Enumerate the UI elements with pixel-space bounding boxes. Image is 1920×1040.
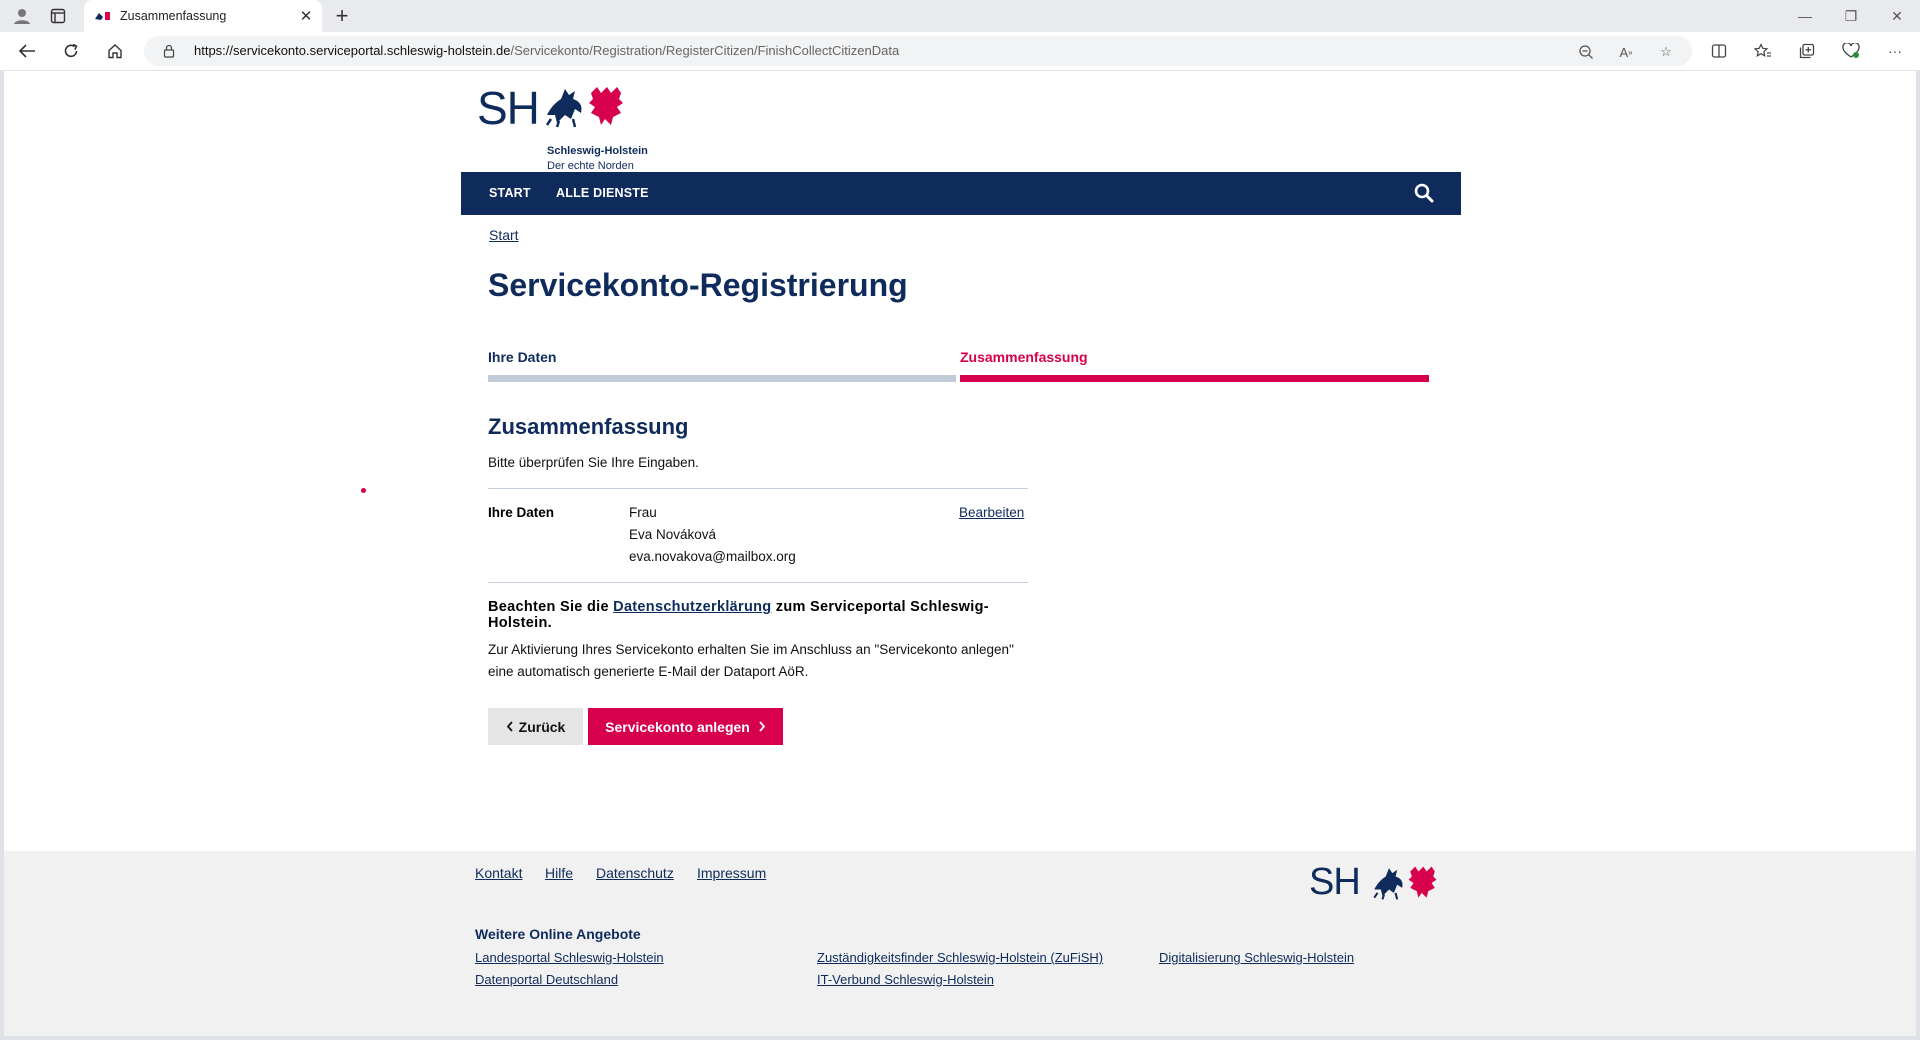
nav-start[interactable]: START [489, 186, 531, 200]
footer-link-it-verbund[interactable]: IT-Verbund Schleswig-Holstein [817, 972, 994, 987]
back-icon[interactable] [13, 38, 41, 64]
review-hint: Bitte überprüfen Sie Ihre Eingaben. [488, 455, 699, 470]
favorite-star-icon[interactable]: ☆ [1656, 42, 1676, 62]
refresh-icon[interactable] [57, 38, 85, 64]
main-navigation: START ALLE DIENSTE [461, 172, 1461, 215]
browser-tab-bar: Zusammenfassung ✕ + — ❐ ✕ [0, 0, 1920, 32]
close-tab-icon[interactable]: ✕ [296, 6, 316, 26]
logo-title: Schleswig-Holstein [547, 145, 648, 157]
site-logo[interactable]: SH Schleswig-Holstein Der echte Norden [477, 82, 657, 172]
nav-all-services[interactable]: ALLE DIENSTE [556, 186, 649, 200]
split-screen-icon[interactable] [1708, 40, 1730, 62]
divider [488, 582, 1028, 583]
create-account-button[interactable]: Servicekonto anlegen [588, 708, 783, 745]
footer-more-heading: Weitere Online Angebote [475, 926, 641, 942]
privacy-policy-link[interactable]: Datenschutzerklärung [613, 599, 771, 615]
footer-link-kontakt[interactable]: Kontakt [475, 865, 522, 881]
privacy-notice: Beachten Sie die Datenschutzerklärung zu… [488, 599, 989, 631]
edit-link[interactable]: Bearbeiten [959, 505, 1024, 520]
close-window-icon[interactable]: ✕ [1874, 0, 1920, 32]
footer-link-impressum[interactable]: Impressum [697, 865, 766, 881]
footer-link-datenportal[interactable]: Datenportal Deutschland [475, 972, 618, 987]
name-value: Eva Nováková [629, 527, 717, 542]
step-bar-ihre-daten [488, 375, 956, 382]
browser-toolbar: https://servicekonto.serviceportal.schle… [0, 32, 1920, 71]
footer-link-digitalisierung[interactable]: Digitalisierung Schleswig-Holstein [1159, 950, 1354, 965]
chevron-left-icon [506, 721, 513, 732]
collections-icon[interactable] [1796, 40, 1818, 62]
footer-link-zufish[interactable]: Zuständigkeitsfinder Schleswig-Holstein … [817, 950, 1103, 965]
coat-of-arms-icon [545, 87, 623, 128]
home-icon[interactable] [101, 38, 129, 64]
logo-slogan: Der echte Norden [547, 160, 634, 172]
browser-tab-active[interactable]: Zusammenfassung ✕ [84, 0, 322, 32]
site-favicon-icon [94, 10, 112, 22]
footer-coat-of-arms-icon [1373, 866, 1437, 900]
page-title: Servicekonto-Registrierung [488, 267, 908, 303]
cursor-dot [361, 488, 366, 493]
new-tab-icon[interactable]: + [330, 3, 354, 28]
salutation-value: Frau [629, 505, 657, 520]
footer-logo[interactable]: SH [1309, 859, 1449, 905]
web-page: SH Schleswig-Holstein Der echte Norden S… [4, 71, 1916, 1036]
data-section-label: Ihre Daten [488, 505, 555, 520]
divider [488, 488, 1028, 489]
browser-essentials-icon[interactable] [1840, 40, 1862, 62]
step-ihre-daten[interactable]: Ihre Daten [488, 349, 556, 365]
favorites-icon[interactable] [1752, 40, 1774, 62]
back-button[interactable]: Zurück [488, 708, 583, 745]
chevron-right-icon [759, 721, 766, 732]
footer-logo-mark: SH [1309, 861, 1361, 903]
search-icon[interactable] [1413, 182, 1435, 204]
step-zusammenfassung: Zusammenfassung [960, 349, 1088, 365]
tab-title: Zusammenfassung [120, 9, 227, 23]
read-aloud-icon[interactable]: A» [1616, 42, 1636, 62]
lock-icon[interactable] [162, 44, 176, 58]
more-menu-icon[interactable]: ··· [1884, 40, 1906, 62]
footer-link-datenschutz[interactable]: Datenschutz [596, 865, 674, 881]
activation-info: Zur Aktivierung Ihres Servicekonto erhal… [488, 642, 1014, 679]
zoom-out-icon[interactable] [1576, 42, 1596, 62]
address-url: https://servicekonto.serviceportal.schle… [194, 43, 900, 58]
logo-mark: SH [477, 82, 540, 134]
address-bar[interactable]: https://servicekonto.serviceportal.schle… [144, 36, 1692, 66]
restore-icon[interactable]: ❐ [1828, 0, 1874, 32]
section-heading: Zusammenfassung [488, 414, 689, 439]
email-value: eva.novakova@mailbox.org [629, 549, 796, 564]
step-bar-zusammenfassung [960, 375, 1429, 382]
profile-icon[interactable] [10, 4, 34, 28]
minimize-icon[interactable]: — [1782, 0, 1828, 32]
footer-link-landesportal[interactable]: Landesportal Schleswig-Holstein [475, 950, 664, 965]
breadcrumb-start[interactable]: Start [489, 227, 519, 243]
footer-link-hilfe[interactable]: Hilfe [545, 865, 573, 881]
tab-actions-icon[interactable] [46, 4, 70, 28]
page-footer: Kontakt Hilfe Datenschutz Impressum SH W… [4, 851, 1916, 1036]
